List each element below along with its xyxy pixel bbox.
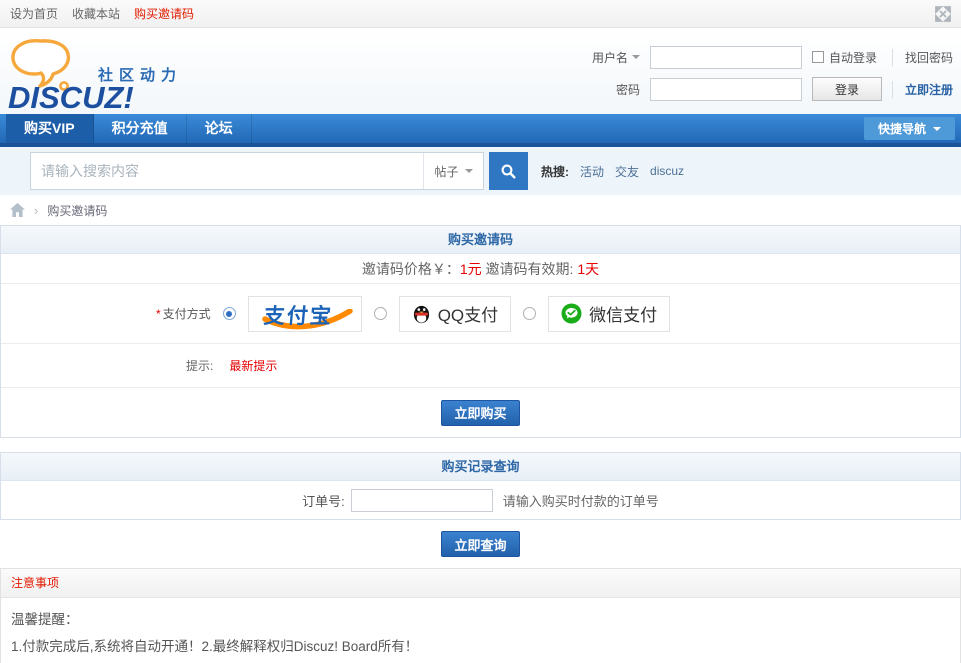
search-icon [500,163,517,180]
buy-now-button[interactable]: 立即购买 [441,400,519,426]
search-bar: 帖子 热搜: 活动 交友 discuz [0,147,961,195]
latest-tip-link[interactable]: 最新提示 [229,357,277,374]
favorite-link[interactable]: 收藏本站 [72,5,120,22]
buy-panel-title: 购买邀请码 [1,226,960,254]
notice-line-2: 1.付款完成后,系统将自动开通！2.最终解释权归Discuz! Board所有！ [11,633,950,660]
nav-item-credit-recharge[interactable]: 积分充值 [94,114,187,143]
wechat-pay-label: 微信支付 [589,301,657,326]
chevron-down-icon [465,169,473,173]
breadcrumb-current: 购买邀请码 [47,202,107,219]
qq-pay-label: QQ支付 [438,301,498,326]
password-input[interactable] [650,78,802,101]
login-form: 用户名 自动登录 找回密码 密码 登录 立即注册 [592,44,953,102]
auto-login-label: 自动登录 [829,49,877,66]
quick-nav-label: 快捷导航 [878,120,926,137]
pay-method-label: *支付方式 [156,305,211,322]
alipay-label: 支付宝 [262,300,334,330]
username-input[interactable] [650,46,802,69]
order-hint: 请输入购买时付款的订单号 [503,491,659,510]
chevron-down-icon [933,127,941,131]
username-label[interactable]: 用户名 [592,49,640,66]
validity-value: 1天 [577,261,599,277]
breadcrumb: › 购买邀请码 [0,195,961,225]
notice-section: 注意事项 温馨提醒： 1.付款完成后,系统将自动开通！2.最终解释权归Discu… [0,568,961,663]
breadcrumb-separator: › [34,203,38,218]
query-panel-title: 购买记录查询 [1,453,960,481]
wechat-pay-icon [561,303,582,324]
order-number-label: 订单号: [302,491,345,510]
pay-method-row: *支付方式 支付宝 QQ支付 [1,284,960,344]
hot-link-friends[interactable]: 交友 [615,163,639,180]
order-number-input[interactable] [351,489,493,512]
query-now-button[interactable]: 立即查询 [441,531,519,557]
chevron-down-icon [632,55,640,59]
password-label: 密码 [616,81,640,98]
wechat-pay-option[interactable]: 微信支付 [548,296,670,332]
quick-nav-button[interactable]: 快捷导航 [864,117,955,140]
section-gap [0,438,961,452]
price-value: 1元 [460,261,482,277]
required-mark: * [156,307,161,321]
nav-right: 快捷导航 [864,117,955,140]
auto-login-checkbox[interactable] [812,51,824,63]
search-category-label: 帖子 [434,163,458,180]
query-button-row: 立即查询 [0,520,961,568]
tip-row: 提示: 最新提示 [1,344,960,388]
alipay-radio[interactable] [223,307,236,320]
qq-pay-option[interactable]: QQ支付 [399,296,511,332]
buy-invite-link[interactable]: 购买邀请码 [134,5,194,22]
username-label-text: 用户名 [592,49,628,66]
qq-pay-radio[interactable] [374,307,387,320]
nav-item-buy-vip[interactable]: 购买VIP [6,114,94,143]
buy-button-row: 立即购买 [1,388,960,437]
alipay-logo: 支付宝 [261,299,349,329]
hot-search-label: 热搜: [541,163,569,180]
fullscreen-toggle-icon[interactable] [935,6,951,22]
wechat-pay-radio[interactable] [523,307,536,320]
notice-body: 温馨提醒： 1.付款完成后,系统将自动开通！2.最终解释权归Discuz! Bo… [1,598,960,663]
auto-login-option[interactable]: 自动登录 [812,49,882,66]
alipay-option[interactable]: 支付宝 [248,296,362,332]
query-panel: 购买记录查询 订单号: 请输入购买时付款的订单号 [0,452,961,520]
notice-line-1: 温馨提醒： [11,606,950,633]
main-nav: 购买VIP 积分充值 论坛 快捷导航 [0,114,961,143]
hot-search: 热搜: 活动 交友 discuz [541,163,684,180]
site-header: 社区动力 DISCUZ! 用户名 自动登录 找回密码 密码 登录 立即注册 [0,28,961,114]
home-icon[interactable] [10,203,25,217]
set-home-link[interactable]: 设为首页 [10,5,58,22]
pay-method-label-text: 支付方式 [163,307,211,321]
validity-label: 邀请码有效期: [486,261,574,277]
discuz-logo[interactable]: 社区动力 DISCUZ! [6,30,246,114]
hot-link-activity[interactable]: 活动 [580,163,604,180]
buy-panel: 购买邀请码 邀请码价格￥：1元 邀请码有效期: 1天 *支付方式 支付宝 [0,225,961,438]
qq-penguin-icon [412,303,431,324]
search-category-select[interactable]: 帖子 [423,153,483,189]
search-input[interactable] [31,153,423,189]
search-box: 帖子 [30,152,484,190]
hot-link-discuz[interactable]: discuz [650,164,684,178]
nav-item-forum[interactable]: 论坛 [187,114,252,143]
order-row: 订单号: 请输入购买时付款的订单号 [1,481,960,519]
notice-title: 注意事项 [1,569,960,598]
logo-title: DISCUZ! [8,80,134,116]
login-button[interactable]: 登录 [812,77,882,101]
search-button[interactable] [489,152,528,190]
tip-label: 提示: [186,357,213,374]
price-label: 邀请码价格￥： [362,261,460,277]
register-link[interactable]: 立即注册 [905,83,953,97]
price-row: 邀请码价格￥：1元 邀请码有效期: 1天 [1,254,960,284]
top-utility-bar: 设为首页 收藏本站 购买邀请码 [0,0,961,28]
forgot-password-link[interactable]: 找回密码 [905,51,953,65]
password-label-text: 密码 [616,81,640,98]
